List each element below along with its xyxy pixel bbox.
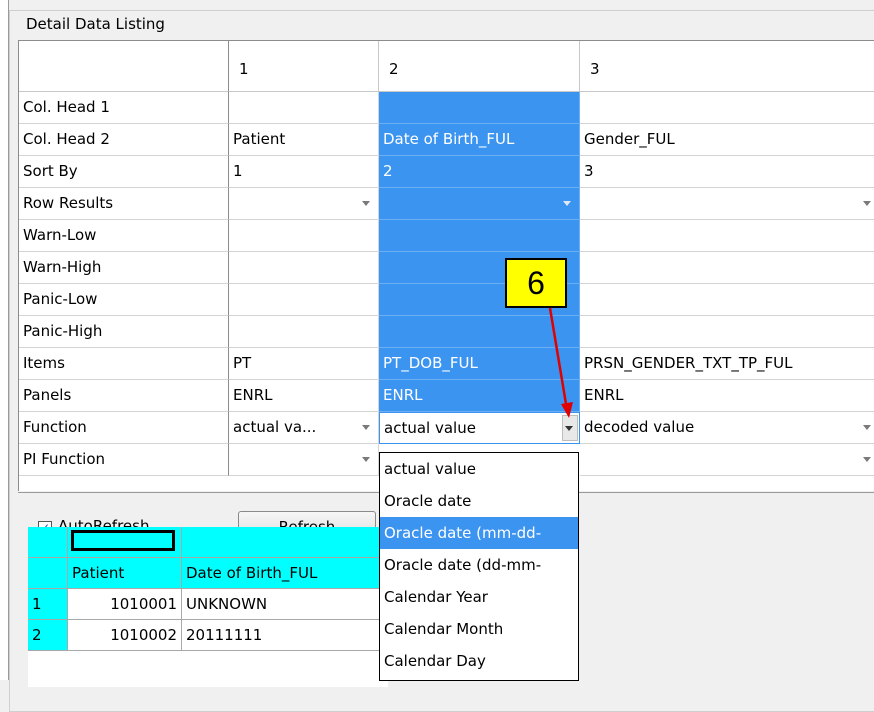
callout-arrow-icon xyxy=(548,307,573,418)
results-current-cell[interactable] xyxy=(68,527,182,558)
chevron-down-icon[interactable] xyxy=(362,201,370,206)
row-label-warn-low[interactable]: Warn-Low xyxy=(19,220,229,252)
cell-c2-row-results[interactable] xyxy=(379,188,580,220)
results-row-number[interactable]: 2 xyxy=(28,620,68,651)
cell-c3-warn-high[interactable] xyxy=(580,252,874,284)
row-label-panic-low[interactable]: Panic-Low xyxy=(19,284,229,316)
cell-c3-items[interactable]: PRSN_GENDER_TXT_TP_FUL xyxy=(580,348,874,380)
dropdown-option-highlighted[interactable]: Oracle date (mm-dd- xyxy=(380,517,578,549)
column-header-3[interactable]: 3 xyxy=(580,41,874,92)
cell-c1-panels[interactable]: ENRL xyxy=(229,380,379,412)
chevron-down-icon[interactable] xyxy=(362,425,370,430)
function-value: decoded value xyxy=(584,418,695,436)
cell-c1-warn-high[interactable] xyxy=(229,252,379,284)
results-grid: Patient Date of Birth_FUL 1 1010001 UNKN… xyxy=(28,527,388,687)
cell-c1-col-head-1[interactable] xyxy=(229,92,379,124)
row-label-function[interactable]: Function xyxy=(19,412,229,444)
cell-c1-pi-function[interactable] xyxy=(229,444,379,476)
dropdown-option[interactable]: actual value xyxy=(380,453,578,485)
function-value: actual va... xyxy=(233,418,317,436)
cell-c2-col-head-1[interactable] xyxy=(379,92,580,124)
cell-c2-col-head-2[interactable]: Date of Birth_FUL xyxy=(379,124,580,156)
cell-c1-panic-high[interactable] xyxy=(229,316,379,348)
chevron-down-icon[interactable] xyxy=(863,425,871,430)
grid-corner xyxy=(19,41,229,92)
cell-c1-col-head-2[interactable]: Patient xyxy=(229,124,379,156)
chevron-down-icon[interactable] xyxy=(863,201,871,206)
dropdown-option[interactable]: Calendar Year xyxy=(380,581,578,613)
callout-label: 6 xyxy=(505,258,567,308)
results-cell-dob[interactable]: 20111111 xyxy=(182,620,388,651)
results-corner xyxy=(28,527,68,558)
results-header-patient[interactable]: Patient xyxy=(68,558,182,589)
cell-c3-function[interactable]: decoded value xyxy=(580,412,874,444)
window-left-border xyxy=(0,0,9,680)
results-cell-patient[interactable]: 1010002 xyxy=(68,620,182,651)
cell-c3-warn-low[interactable] xyxy=(580,220,874,252)
cell-c1-function[interactable]: actual va... xyxy=(229,412,379,444)
cell-c1-panic-low[interactable] xyxy=(229,284,379,316)
cell-c3-panels[interactable]: ENRL xyxy=(580,380,874,412)
cell-c1-warn-low[interactable] xyxy=(229,220,379,252)
row-label-col-head-2[interactable]: Col. Head 2 xyxy=(19,124,229,156)
row-label-sort-by[interactable]: Sort By xyxy=(19,156,229,188)
results-cell-patient[interactable]: 1010001 xyxy=(68,589,182,620)
column-header-2[interactable]: 2 xyxy=(379,41,580,92)
cell-c1-sort-by[interactable]: 1 xyxy=(229,156,379,188)
row-label-panels[interactable]: Panels xyxy=(19,380,229,412)
chevron-down-icon[interactable] xyxy=(563,201,571,206)
row-label-pi-function[interactable]: PI Function xyxy=(19,444,229,476)
row-label-panic-high[interactable]: Panic-High xyxy=(19,316,229,348)
cell-c2-sort-by[interactable]: 2 xyxy=(379,156,580,188)
dropdown-option[interactable]: Oracle date xyxy=(380,485,578,517)
row-label-items[interactable]: Items xyxy=(19,348,229,380)
chevron-down-icon[interactable] xyxy=(362,457,370,462)
row-label-warn-high[interactable]: Warn-High xyxy=(19,252,229,284)
cell-c3-col-head-2[interactable]: Gender_FUL xyxy=(580,124,874,156)
cell-c3-pi-function[interactable] xyxy=(580,444,874,476)
row-label-col-head-1[interactable]: Col. Head 1 xyxy=(19,92,229,124)
results-row-header xyxy=(28,558,68,589)
cell-c3-panic-high[interactable] xyxy=(580,316,874,348)
chevron-down-icon[interactable] xyxy=(863,457,871,462)
cell-c2-warn-low[interactable] xyxy=(379,220,580,252)
results-row-number[interactable]: 1 xyxy=(28,589,68,620)
cell-c3-panic-low[interactable] xyxy=(580,284,874,316)
dropdown-option[interactable]: Calendar Day xyxy=(380,645,578,677)
column-header-1[interactable]: 1 xyxy=(229,41,379,92)
results-header-dob[interactable]: Date of Birth_FUL xyxy=(182,558,388,589)
row-label-row-results[interactable]: Row Results xyxy=(19,188,229,220)
function-value: actual value xyxy=(384,419,476,437)
cell-c3-sort-by[interactable]: 3 xyxy=(580,156,874,188)
group-title: Detail Data Listing xyxy=(22,14,169,34)
detail-grid: 1 2 3 Col. Head 1 Col. Head 2 Sort By Ro… xyxy=(18,40,874,491)
results-blank-header xyxy=(182,527,388,558)
cell-c1-items[interactable]: PT xyxy=(229,348,379,380)
cell-c3-col-head-1[interactable] xyxy=(580,92,874,124)
cell-c3-row-results[interactable] xyxy=(580,188,874,220)
function-dropdown-list[interactable]: actual value Oracle date Oracle date (mm… xyxy=(379,452,579,681)
dropdown-option[interactable]: Calendar Month xyxy=(380,613,578,645)
cell-c1-row-results[interactable] xyxy=(229,188,379,220)
chevron-down-icon xyxy=(565,426,573,431)
results-cell-dob[interactable]: UNKNOWN xyxy=(182,589,388,620)
dropdown-option[interactable]: Oracle date (dd-mm- xyxy=(380,549,578,581)
